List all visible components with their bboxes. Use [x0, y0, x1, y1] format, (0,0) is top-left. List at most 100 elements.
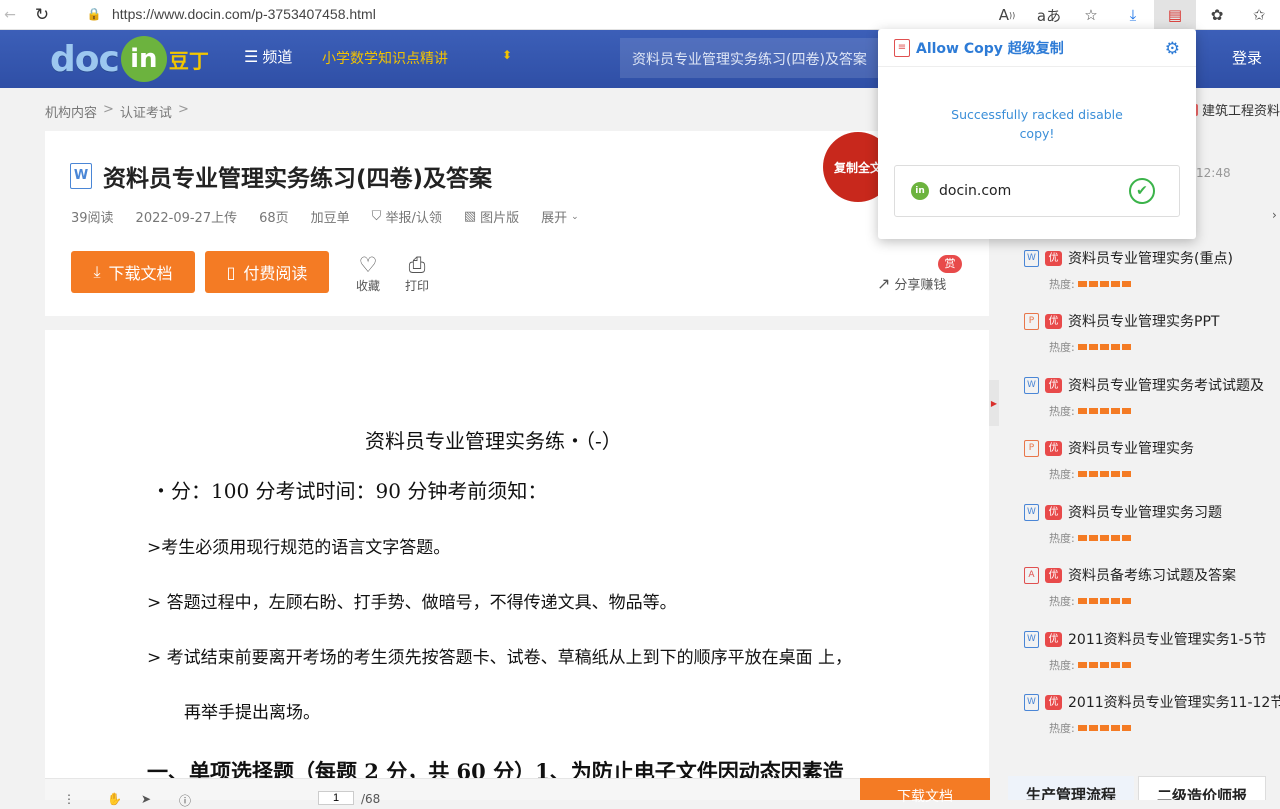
pay-read-button[interactable]: ▯ 付费阅读 — [205, 251, 329, 293]
allow-copy-popup: ≡ Allow Copy 超级复制 ⚙ Successfully racked … — [878, 29, 1196, 239]
sidebar-toggle-arrow-icon[interactable]: ▶ — [989, 380, 999, 426]
related-doc-item[interactable]: A 优资料员备考练习试题及答案 热度: — [1024, 565, 1280, 617]
heat-rating: 热度: — [1049, 720, 1280, 736]
allow-copy-logo-icon: ≡ — [894, 38, 910, 57]
sidebar-time: 12:48 — [1196, 166, 1231, 180]
image-icon: ▧ — [463, 209, 477, 224]
document-page: 资料员专业管理实务练・（-） ・分：100 分考试时间：90 分钟考前须知： >… — [45, 330, 989, 800]
download-icon[interactable]: ⤓ — [1112, 0, 1154, 30]
print-button[interactable]: ⎙ 打印 — [402, 253, 432, 294]
bottom-download-button[interactable]: 下载文档 — [860, 778, 990, 805]
favorite-button[interactable]: ♡ 收藏 — [353, 253, 383, 294]
related-doc-title[interactable]: 资料员专业管理实务习题 — [1068, 502, 1222, 522]
sidebar-top-link[interactable]: 建筑工程资料 — [1184, 100, 1280, 119]
download-label: 下载文档 — [108, 264, 173, 283]
pointer-icon[interactable]: ➤ — [141, 792, 151, 806]
updown-arrow-icon[interactable]: ⬍ — [502, 48, 512, 62]
page-number-input[interactable] — [318, 791, 354, 805]
tab-cost-engineer[interactable]: 二级造价师报 — [1138, 776, 1267, 800]
related-doc-title[interactable]: 资料员专业管理实务 — [1068, 438, 1194, 458]
breadcrumb-item-exam[interactable]: 认证考试 — [120, 102, 172, 121]
share-icon: ↗ — [877, 274, 891, 293]
login-link[interactable]: 登录 — [1232, 47, 1262, 68]
sidebar-top-link-label: 建筑工程资料 — [1202, 104, 1280, 119]
favorites-add-icon[interactable]: ☆ — [1070, 0, 1112, 30]
content-line: > 考试结束前要离开考场的考生须先按答题卡、试卷、草稿纸从上到下的顺序平放在桌面… — [147, 648, 853, 668]
site-status-card[interactable]: in docin.com ✔ — [894, 165, 1180, 217]
more-icon[interactable]: ⋮ — [63, 792, 75, 806]
lock-icon[interactable]: 🔒 — [76, 7, 112, 21]
premium-badge: 优 — [1045, 504, 1062, 520]
related-doc-title[interactable]: 资料员备考练习试题及答案 — [1068, 565, 1236, 585]
related-doc-item[interactable]: W 优资料员专业管理实务习题 热度: — [1024, 502, 1280, 554]
heat-label: 热度: — [1049, 278, 1075, 291]
upload-date: 2022-09-27上传 — [135, 211, 238, 226]
heat-rating: 热度: — [1049, 276, 1280, 292]
expand-label: 展开 — [541, 211, 568, 226]
related-doc-item[interactable]: P 优资料员专业管理实务 热度: — [1024, 438, 1280, 490]
word-file-icon: W — [1024, 503, 1039, 521]
report-link[interactable]: ⛉ 举报/认领 — [372, 207, 442, 226]
related-doc-item[interactable]: W 优 2011资料员专业管理实务1-5节 热度: — [1024, 629, 1280, 681]
related-doc-item[interactable]: P 优资料员专业管理实务PPT 热度: — [1024, 311, 1280, 363]
chevron-right-icon[interactable]: › — [1272, 208, 1277, 222]
related-doc-item[interactable]: W 优资料员专业管理实务(重点) 热度: — [1024, 248, 1280, 300]
heat-bars — [1077, 725, 1132, 731]
url-text[interactable]: https://www.docin.com/p-3753407458.html — [112, 6, 376, 22]
pdf-file-icon: A — [1024, 566, 1039, 584]
share-earn-button[interactable]: ↗ 分享赚钱 — [877, 274, 946, 293]
hot-topic-link[interactable]: 小学数学知识点精讲 — [322, 48, 448, 68]
heat-bars — [1077, 662, 1132, 668]
translate-icon[interactable]: aあ — [1028, 0, 1070, 30]
info-icon[interactable]: ⓘ — [179, 792, 191, 809]
heat-bars — [1077, 408, 1132, 414]
premium-badge: 优 — [1045, 567, 1062, 583]
related-doc-item[interactable]: W 优资料员专业管理实务考试试题及 热度: — [1024, 375, 1280, 427]
premium-badge: 优 — [1045, 250, 1062, 266]
related-doc-title[interactable]: 资料员专业管理实务考试试题及 — [1068, 375, 1264, 395]
chevron-down-icon: ⌄ — [571, 211, 579, 222]
heat-rating: 热度: — [1049, 530, 1280, 546]
favorite-label: 收藏 — [355, 279, 380, 293]
back-arrow-icon[interactable]: ← — [0, 7, 20, 23]
premium-badge: 优 — [1045, 377, 1062, 393]
address-bar[interactable]: 🔒 https://www.docin.com/p-3753407458.htm… — [76, 1, 996, 27]
related-doc-title[interactable]: 资料员专业管理实务(重点) — [1068, 248, 1233, 268]
extension-allow-copy-icon[interactable]: ▤ — [1154, 0, 1196, 30]
popup-status-message: Successfully racked disable copy! — [878, 105, 1196, 143]
related-doc-title[interactable]: 2011资料员专业管理实务11-12节 — [1068, 692, 1280, 712]
extensions-icon[interactable]: ✿ — [1196, 0, 1238, 30]
gear-icon[interactable]: ⚙ — [1165, 39, 1180, 59]
related-doc-item[interactable]: W 优 2011资料员专业管理实务11-12节 热度: — [1024, 692, 1280, 744]
logo-in-text: in — [120, 36, 167, 82]
site-name: docin.com — [939, 183, 1012, 199]
related-doc-title[interactable]: 2011资料员专业管理实务1-5节 — [1068, 629, 1267, 649]
read-count: 39阅读 — [71, 211, 114, 226]
word-file-icon: W — [1024, 630, 1039, 648]
search-input[interactable]: 资料员专业管理实务练习(四卷)及答案 — [620, 38, 880, 78]
print-label: 打印 — [404, 279, 429, 293]
hand-tool-icon[interactable]: ✋ — [107, 792, 122, 806]
check-circle-icon[interactable]: ✔ — [1129, 178, 1155, 204]
copy-all-label: 复制全文 — [833, 160, 882, 175]
content-line: >考生必须用现行规范的语言文字答题。 — [147, 538, 451, 558]
heat-label: 热度: — [1049, 468, 1075, 481]
heat-bars — [1077, 344, 1132, 350]
favorites-icon[interactable]: ✩ — [1238, 0, 1280, 30]
related-doc-title[interactable]: 资料员专业管理实务PPT — [1068, 311, 1219, 331]
heat-rating: 热度: — [1049, 593, 1280, 609]
reload-icon[interactable]: ↻ — [20, 5, 64, 25]
expand-toggle[interactable]: 展开 ⌄ — [541, 207, 579, 226]
download-button[interactable]: ⤓ 下载文档 — [71, 251, 195, 293]
browser-action-icons: A)) aあ ☆ ⤓ ▤ ✿ ✩ — [986, 0, 1280, 30]
channel-menu[interactable]: ☰ 频道 — [244, 46, 292, 67]
docin-logo[interactable]: doc in 豆丁 — [50, 36, 209, 82]
share-label: 分享赚钱 — [894, 278, 947, 293]
read-aloud-icon[interactable]: A)) — [986, 0, 1028, 30]
add-to-list-link[interactable]: 加豆单 — [311, 207, 350, 226]
breadcrumb-item-institution[interactable]: 机构内容 — [45, 102, 97, 121]
tab-production-process[interactable]: 生产管理流程 — [1008, 776, 1135, 800]
content-title: 资料员专业管理实务练・（-） — [365, 429, 622, 453]
ppt-file-icon: P — [1024, 439, 1039, 457]
breadcrumb: 机构内容 > 认证考试 > — [45, 102, 189, 121]
